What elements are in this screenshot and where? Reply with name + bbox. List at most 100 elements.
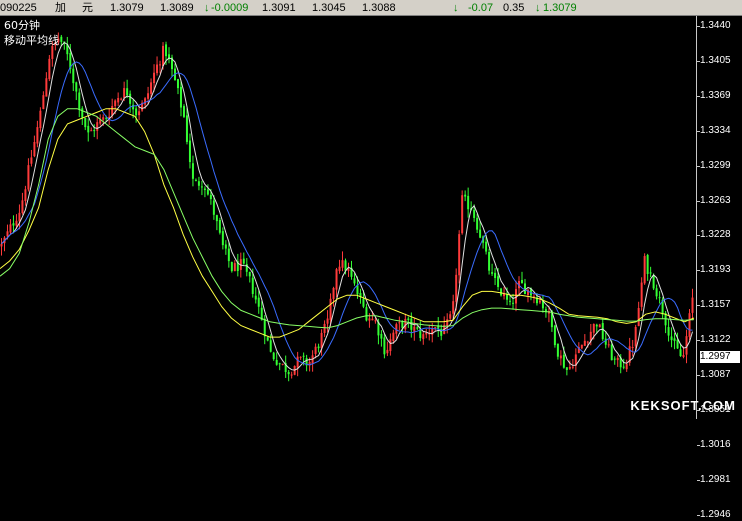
- candle-body: [165, 44, 168, 57]
- candle-body: [75, 82, 78, 92]
- candle-body: [33, 141, 36, 157]
- candle-body: [314, 346, 317, 354]
- y-tick-label: 1.3016: [700, 438, 731, 450]
- value-1: 1.3088: [362, 2, 396, 14]
- candle-body: [446, 319, 449, 327]
- candle-body: [353, 278, 356, 284]
- y-tick-label: 1.3369: [700, 89, 731, 101]
- y-tick-mark: [697, 375, 700, 376]
- candle-body: [407, 318, 410, 321]
- candle-body: [203, 188, 206, 191]
- current-price-label: 1.2997: [700, 351, 740, 363]
- candle-body: [159, 64, 162, 66]
- candle-body: [365, 307, 368, 321]
- candle-body: [607, 344, 610, 346]
- candle-body: [520, 279, 523, 284]
- candle-body: [335, 269, 338, 290]
- y-tick-label: 1.3122: [700, 334, 731, 346]
- last-price: 1.3079: [110, 2, 144, 14]
- open-price: 1.3089: [160, 2, 194, 14]
- candle-body: [42, 95, 45, 110]
- candle-body: [120, 98, 123, 100]
- candle-body: [338, 266, 341, 272]
- candle-body: [374, 320, 377, 322]
- y-tick-label: 1.3299: [700, 159, 731, 171]
- candle-body: [341, 260, 344, 268]
- candle-body: [72, 68, 75, 84]
- candle-body: [296, 356, 299, 368]
- low-price: 1.3045: [312, 2, 346, 14]
- candle-body: [248, 271, 251, 277]
- candle-body: [162, 45, 165, 67]
- candle-body: [317, 346, 320, 349]
- candle-body: [227, 248, 230, 262]
- candle-body: [467, 195, 470, 210]
- candle-body: [129, 93, 132, 104]
- candle-body: [12, 223, 15, 226]
- candle-body: [380, 333, 383, 339]
- candle-body: [383, 337, 386, 355]
- candle-body: [568, 367, 571, 369]
- candle-body: [464, 194, 467, 197]
- candle-body: [39, 110, 42, 129]
- candle-body: [87, 125, 90, 133]
- candle-body: [84, 117, 87, 128]
- candle-body: [616, 357, 619, 361]
- candle-body: [123, 88, 126, 98]
- chart-title: 60分钟: [4, 19, 40, 32]
- y-tick-label: 1.3334: [700, 124, 731, 136]
- candle-body: [147, 93, 150, 99]
- candle-body: [413, 326, 416, 332]
- candle-body: [643, 256, 646, 284]
- candle-body: [96, 122, 99, 131]
- candle-body: [329, 298, 332, 320]
- candle-body: [15, 220, 18, 226]
- candle-body: [126, 88, 129, 96]
- candle-body: [27, 165, 30, 190]
- candle-body: [637, 308, 640, 327]
- candle-body: [320, 332, 323, 349]
- candle-body: [485, 241, 488, 252]
- candle-body: [218, 219, 221, 233]
- candle-body: [194, 179, 197, 181]
- candle-body: [670, 336, 673, 341]
- candle-body: [556, 343, 559, 357]
- candle-body: [24, 189, 27, 202]
- candle-body: [206, 189, 209, 195]
- candle-body: [562, 354, 565, 368]
- candle-body: [634, 326, 637, 347]
- candle-body: [386, 349, 389, 354]
- candle-body: [622, 366, 625, 368]
- candle-body: [269, 340, 272, 352]
- v3-arrow-icon: ↓: [535, 2, 541, 14]
- y-tick-label: 1.3405: [700, 54, 731, 66]
- candle-body: [266, 337, 269, 341]
- candle-body: [215, 215, 218, 222]
- candle-body: [347, 269, 350, 271]
- candle-body: [655, 288, 658, 297]
- candle-body: [401, 321, 404, 328]
- candle-body: [138, 111, 141, 116]
- candle-body: [344, 260, 347, 271]
- candle-body: [90, 130, 93, 132]
- y-tick-mark: [697, 165, 700, 167]
- y-tick-mark: [697, 235, 700, 237]
- candle-body: [0, 243, 3, 247]
- candle-body: [156, 64, 159, 74]
- candle-body: [60, 36, 63, 42]
- candle-body: [221, 231, 224, 246]
- candle-body: [323, 323, 326, 333]
- candle-body: [449, 314, 452, 319]
- candle-body: [242, 258, 245, 264]
- candle-body: [281, 363, 284, 365]
- candle-body: [191, 163, 194, 179]
- candlestick-plot[interactable]: [0, 16, 697, 419]
- candle-body: [676, 339, 679, 349]
- candle-body: [290, 374, 293, 376]
- quote-bar: 090225 加 元 1.3079 1.3089 ↓ -0.0009 1.309…: [0, 0, 742, 16]
- candle-body: [114, 100, 117, 107]
- candle-body: [455, 274, 458, 302]
- y-tick-mark: [697, 26, 700, 27]
- y-tick-mark: [697, 60, 700, 62]
- candle-body: [595, 324, 598, 327]
